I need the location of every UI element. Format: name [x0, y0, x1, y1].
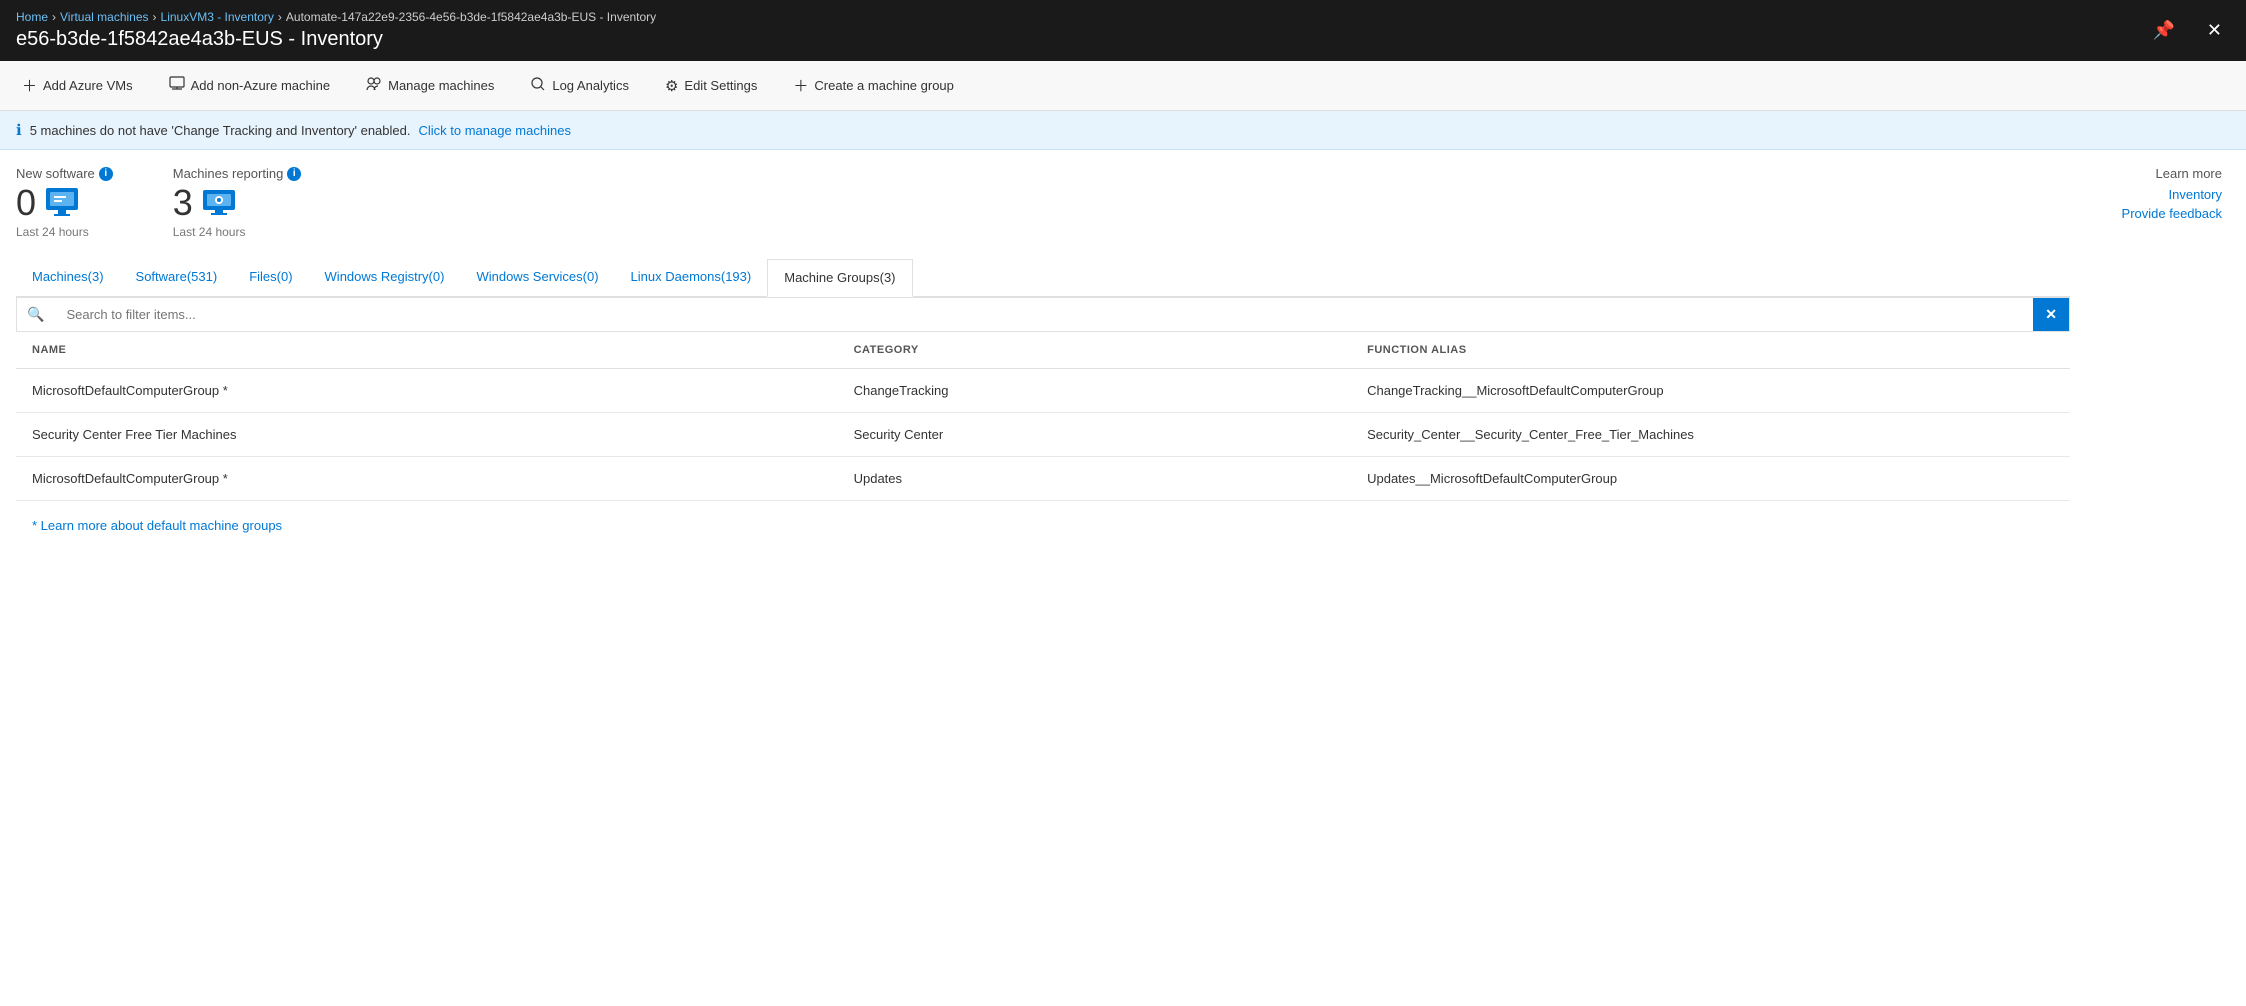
- content-with-sidebar: New software i 0: [16, 166, 2230, 501]
- main-content: New software i 0: [0, 150, 2246, 549]
- breadcrumb-home[interactable]: Home: [16, 10, 48, 24]
- cell-name: MicrosoftDefaultComputerGroup *: [16, 457, 838, 501]
- title-bar-left: Home › Virtual machines › LinuxVM3 - Inv…: [16, 10, 656, 51]
- title-bar-actions: 📌 ✕: [2144, 16, 2230, 45]
- col-header-alias: FUNCTION ALIAS: [1351, 332, 2070, 369]
- toolbar: ＋ Add Azure VMs Add non-Azure machine Ma…: [0, 61, 2246, 111]
- log-analytics-icon: [530, 76, 546, 96]
- software-icon: [44, 186, 80, 221]
- learn-more-title: Learn more: [2070, 166, 2222, 181]
- add-non-azure-button[interactable]: Add non-Azure machine: [163, 72, 336, 100]
- content-main: New software i 0: [16, 166, 2070, 501]
- breadcrumb-linuxvm3[interactable]: LinuxVM3 - Inventory: [161, 10, 274, 24]
- machines-reporting-stat: Machines reporting i 3: [173, 166, 302, 239]
- machines-reporting-sublabel: Last 24 hours: [173, 225, 302, 239]
- tab-files[interactable]: Files(0): [233, 259, 308, 296]
- tab-machines[interactable]: Machines(3): [16, 259, 120, 296]
- cell-alias: Updates__MicrosoftDefaultComputerGroup: [1351, 457, 2070, 501]
- cell-category: Security Center: [838, 413, 1352, 457]
- tab-linux-daemons[interactable]: Linux Daemons(193): [615, 259, 768, 296]
- machines-reporting-value: 3: [173, 185, 193, 221]
- cell-name: Security Center Free Tier Machines: [16, 413, 838, 457]
- close-button[interactable]: ✕: [2199, 16, 2230, 45]
- tab-windows-registry[interactable]: Windows Registry(0): [309, 259, 461, 296]
- add-azure-vms-button[interactable]: ＋ Add Azure VMs: [16, 71, 139, 100]
- cell-alias: ChangeTracking__MicrosoftDefaultComputer…: [1351, 369, 2070, 413]
- machine-groups-table: NAME CATEGORY FUNCTION ALIAS MicrosoftDe…: [16, 332, 2070, 501]
- col-header-name: NAME: [16, 332, 838, 369]
- new-software-value: 0: [16, 185, 36, 221]
- search-clear-button[interactable]: ✕: [2033, 298, 2069, 331]
- search-icon: 🔍: [17, 298, 54, 331]
- footer: * Learn more about default machine group…: [16, 501, 2230, 549]
- default-machine-groups-link[interactable]: * Learn more about default machine group…: [32, 518, 282, 533]
- inventory-link[interactable]: Inventory: [2070, 187, 2222, 202]
- cell-category: ChangeTracking: [838, 369, 1352, 413]
- cell-name: MicrosoftDefaultComputerGroup *: [16, 369, 838, 413]
- manage-machines-link[interactable]: Click to manage machines: [418, 123, 570, 138]
- pin-button[interactable]: 📌: [2144, 16, 2182, 45]
- new-software-info-icon[interactable]: i: [99, 167, 113, 181]
- manage-machines-button[interactable]: Manage machines: [360, 72, 500, 100]
- machines-reporting-label: Machines reporting: [173, 166, 284, 181]
- machines-icon: [201, 186, 237, 221]
- create-machine-group-button[interactable]: ＋ Create a machine group: [787, 71, 960, 100]
- cell-alias: Security_Center__Security_Center_Free_Ti…: [1351, 413, 2070, 457]
- log-analytics-button[interactable]: Log Analytics: [524, 72, 635, 100]
- new-software-label: New software: [16, 166, 95, 181]
- table-row: MicrosoftDefaultComputerGroup * Updates …: [16, 457, 2070, 501]
- add-non-azure-icon: [169, 76, 185, 96]
- tab-machine-groups[interactable]: Machine Groups(3): [767, 259, 912, 297]
- stats-row: New software i 0: [16, 166, 2070, 239]
- create-group-icon: ＋: [793, 75, 808, 96]
- learn-more-panel: Learn more Inventory Provide feedback: [2070, 166, 2230, 501]
- breadcrumb: Home › Virtual machines › LinuxVM3 - Inv…: [16, 10, 656, 24]
- manage-machines-icon: [366, 76, 382, 96]
- feedback-link[interactable]: Provide feedback: [2070, 206, 2222, 221]
- cell-category: Updates: [838, 457, 1352, 501]
- page-title: e56-b3de-1f5842ae4a3b-EUS - Inventory: [16, 28, 656, 51]
- info-bar: ℹ 5 machines do not have 'Change Trackin…: [0, 111, 2246, 150]
- table-header-row: NAME CATEGORY FUNCTION ALIAS: [16, 332, 2070, 369]
- machines-reporting-info-icon[interactable]: i: [287, 167, 301, 181]
- new-software-sublabel: Last 24 hours: [16, 225, 113, 239]
- breadcrumb-current: Automate-147a22e9-2356-4e56-b3de-1f5842a…: [286, 10, 656, 24]
- info-message: 5 machines do not have 'Change Tracking …: [30, 123, 411, 138]
- table-row: MicrosoftDefaultComputerGroup * ChangeTr…: [16, 369, 2070, 413]
- title-bar: Home › Virtual machines › LinuxVM3 - Inv…: [0, 0, 2246, 61]
- add-icon: ＋: [22, 75, 37, 96]
- tabs: Machines(3) Software(531) Files(0) Windo…: [16, 259, 2070, 297]
- new-software-stat: New software i 0: [16, 166, 113, 239]
- search-input[interactable]: [54, 299, 2033, 330]
- settings-icon: ⚙: [665, 77, 678, 95]
- info-icon: ℹ: [16, 121, 22, 139]
- breadcrumb-virtual-machines[interactable]: Virtual machines: [60, 10, 149, 24]
- search-bar: 🔍 ✕: [16, 297, 2070, 332]
- tab-windows-services[interactable]: Windows Services(0): [460, 259, 614, 296]
- col-header-category: CATEGORY: [838, 332, 1352, 369]
- edit-settings-button[interactable]: ⚙ Edit Settings: [659, 73, 763, 99]
- tab-software[interactable]: Software(531): [120, 259, 234, 296]
- table-row: Security Center Free Tier Machines Secur…: [16, 413, 2070, 457]
